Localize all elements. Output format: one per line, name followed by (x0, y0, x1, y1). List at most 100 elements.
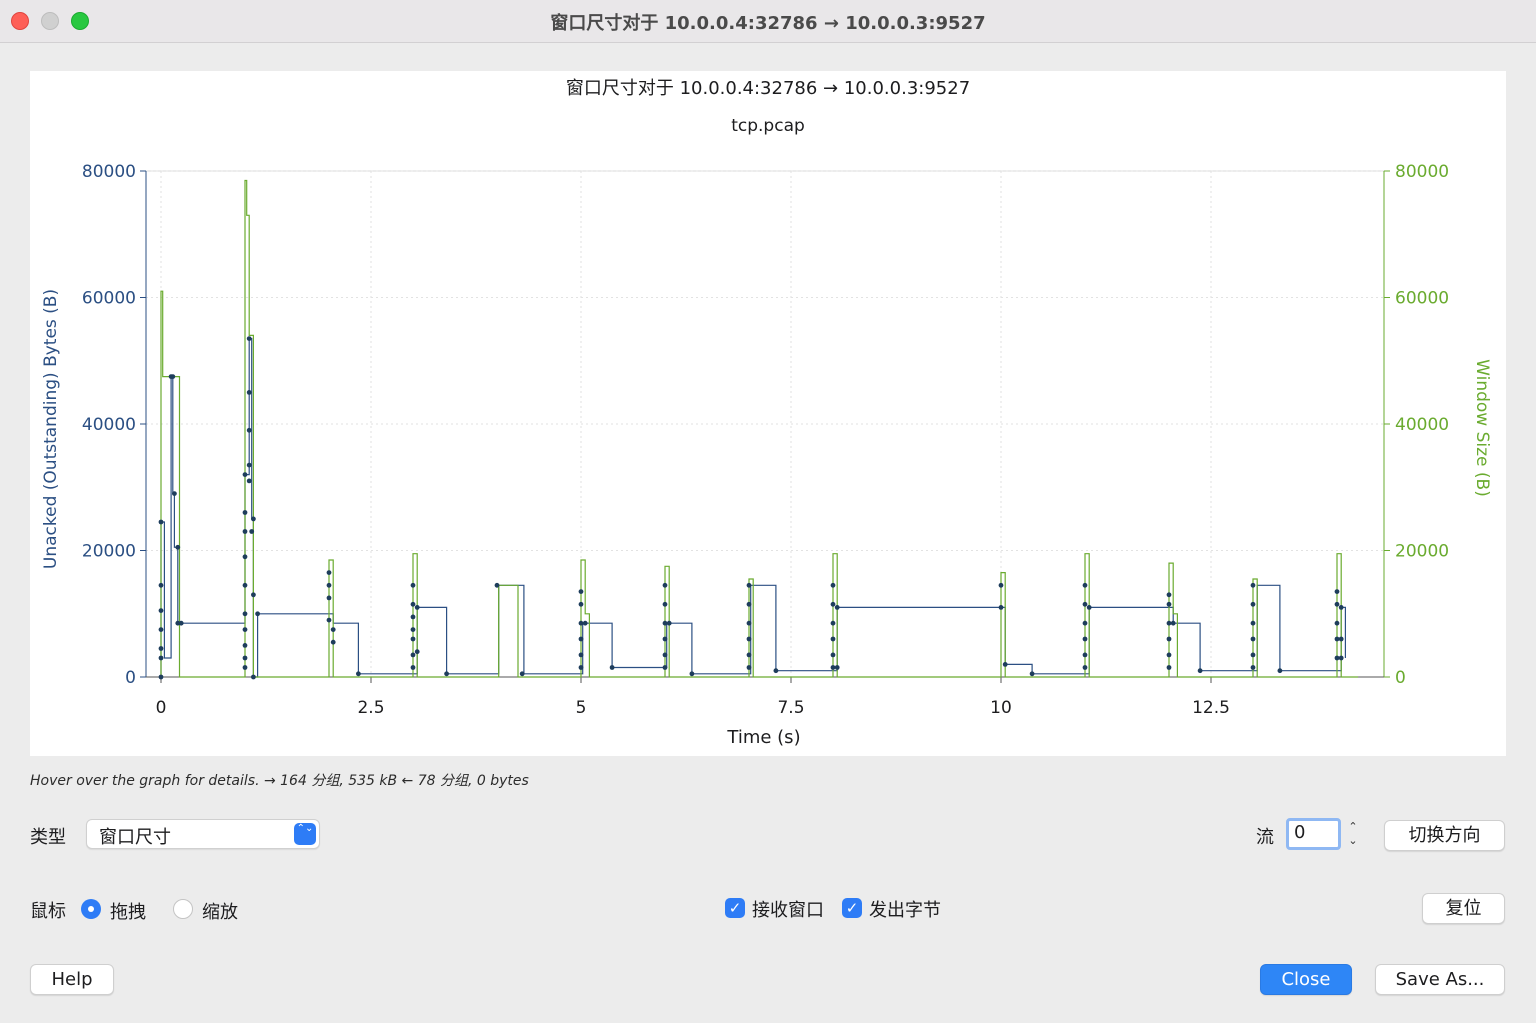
unacked-point (414, 605, 420, 610)
y-axis-left-label: Unacked (Outstanding) Bytes (B) (41, 289, 61, 569)
unacked-point (1250, 652, 1256, 658)
stream-stepper[interactable]: ⌃ ⌄ (1345, 820, 1361, 850)
y-left-tick-label: 40000 (82, 415, 136, 435)
unacked-point (666, 620, 672, 626)
unacked-point (1334, 589, 1340, 594)
unacked-point (158, 674, 164, 680)
unacked-point (172, 491, 177, 496)
unacked-point (1166, 620, 1172, 626)
reset-button[interactable]: 复位 (1422, 893, 1505, 924)
unacked-point (1250, 582, 1256, 588)
bytes-out-checkbox[interactable]: ✓ (842, 898, 862, 918)
unacked-point (249, 529, 255, 534)
unacked-point (1166, 601, 1172, 607)
unacked-point (158, 519, 164, 525)
unacked-point (158, 608, 164, 613)
window-size-line (160, 179, 1358, 678)
unacked-point (410, 582, 416, 588)
unacked-point (662, 601, 668, 607)
unacked-point (246, 336, 252, 341)
unacked-point (998, 582, 1004, 588)
y-right-tick-label: 80000 (1395, 162, 1449, 182)
unacked-point (330, 639, 336, 645)
unacked-point (834, 665, 840, 670)
unacked-point (414, 649, 420, 655)
unacked-point (158, 655, 164, 661)
stepper-up-icon[interactable]: ⌃ (1345, 820, 1361, 834)
unacked-point (246, 427, 252, 433)
radio-zoom[interactable] (173, 899, 193, 919)
unacked-point (830, 582, 836, 588)
unacked-point (410, 636, 416, 642)
x-tick-label: 12.5 (1192, 698, 1230, 718)
unacked-point (1082, 601, 1088, 607)
unacked-point (170, 374, 176, 379)
hover-info: Hover over the graph for details. → 164 … (30, 773, 529, 789)
unacked-point (830, 620, 836, 626)
unacked-point (242, 510, 248, 515)
unacked-point (662, 652, 668, 658)
unacked-point (158, 627, 164, 632)
unacked-point (246, 478, 252, 484)
window-size-chart[interactable]: 0 2.5 5 7.5 10 12.50 020000 2000040000 400006000… (30, 71, 1506, 756)
unacked-point (1334, 620, 1340, 626)
unacked-point (326, 570, 332, 575)
stream-label: 流 (1256, 827, 1274, 848)
chart-subtitle: tcp.pcap (731, 116, 805, 136)
unacked-point (251, 516, 256, 522)
save-as-button[interactable]: Save As... (1375, 964, 1505, 995)
unacked-point (519, 671, 525, 677)
unacked-point (662, 620, 668, 626)
help-button[interactable]: Help (30, 964, 114, 995)
unacked-point (1334, 636, 1340, 642)
unacked-point (1250, 620, 1256, 626)
x-tick-label: 10 (990, 698, 1012, 718)
unacked-point (662, 582, 668, 588)
graph-panel[interactable]: 0 2.5 5 7.5 10 12.5 0 0 20000 20000 40000 40000 6000… (30, 71, 1506, 756)
bytes-out-label[interactable]: 发出字节 (869, 896, 941, 922)
unacked-point (609, 665, 615, 670)
unacked-point (242, 665, 248, 670)
unacked-point (746, 636, 752, 642)
unacked-point (246, 390, 252, 395)
y-left-tick-label: 80000 (82, 162, 136, 182)
chart-grid (145, 170, 1385, 678)
unacked-point (242, 472, 248, 477)
switch-direction-button[interactable]: 切换方向 (1384, 820, 1505, 851)
unacked-point (746, 601, 752, 607)
radio-drag-label[interactable]: 拖拽 (110, 898, 146, 924)
y-right-tick-label: 20000 (1395, 542, 1449, 562)
unacked-point (444, 671, 449, 677)
y-right-tick-label: 60000 (1395, 289, 1449, 309)
stream-number-input[interactable]: 0 (1286, 818, 1341, 850)
unacked-point (410, 614, 416, 620)
type-label: 类型 (30, 827, 66, 848)
unacked-point (1086, 605, 1092, 610)
unacked-point (1082, 652, 1088, 658)
x-tick-label: 7.5 (777, 698, 804, 718)
y-left-tick-label: 0 (125, 668, 136, 688)
unacked-point (326, 595, 332, 601)
unacked-point (326, 582, 332, 588)
unacked-point (662, 636, 668, 642)
stepper-down-icon[interactable]: ⌄ (1345, 834, 1361, 848)
recv-window-checkbox[interactable]: ✓ (725, 898, 745, 918)
unacked-point (1082, 620, 1088, 626)
x-tick-label: 2.5 (357, 698, 384, 718)
radio-drag[interactable] (81, 899, 101, 919)
unacked-point (662, 665, 668, 670)
recv-window-label[interactable]: 接收窗口 (752, 896, 824, 922)
unacked-point (1002, 662, 1008, 667)
title-bar: 窗口尺寸对于 10.0.0.4:32786 → 10.0.0.3:9527 (0, 0, 1536, 43)
unacked-point (1250, 601, 1256, 607)
unacked-point (1166, 665, 1172, 670)
chart-title: 窗口尺寸对于 10.0.0.4:32786 → 10.0.0.3:9527 (566, 78, 970, 99)
unacked-point (494, 582, 500, 588)
window-title: 窗口尺寸对于 10.0.0.4:32786 → 10.0.0.3:9527 (550, 13, 986, 34)
unacked-point (158, 582, 164, 588)
radio-zoom-label[interactable]: 缩放 (202, 898, 238, 924)
unacked-point (998, 605, 1004, 610)
type-select[interactable]: 窗口尺寸 ⌃⌄ (86, 819, 320, 849)
close-button[interactable]: Close (1260, 964, 1352, 995)
unacked-point (746, 620, 752, 626)
